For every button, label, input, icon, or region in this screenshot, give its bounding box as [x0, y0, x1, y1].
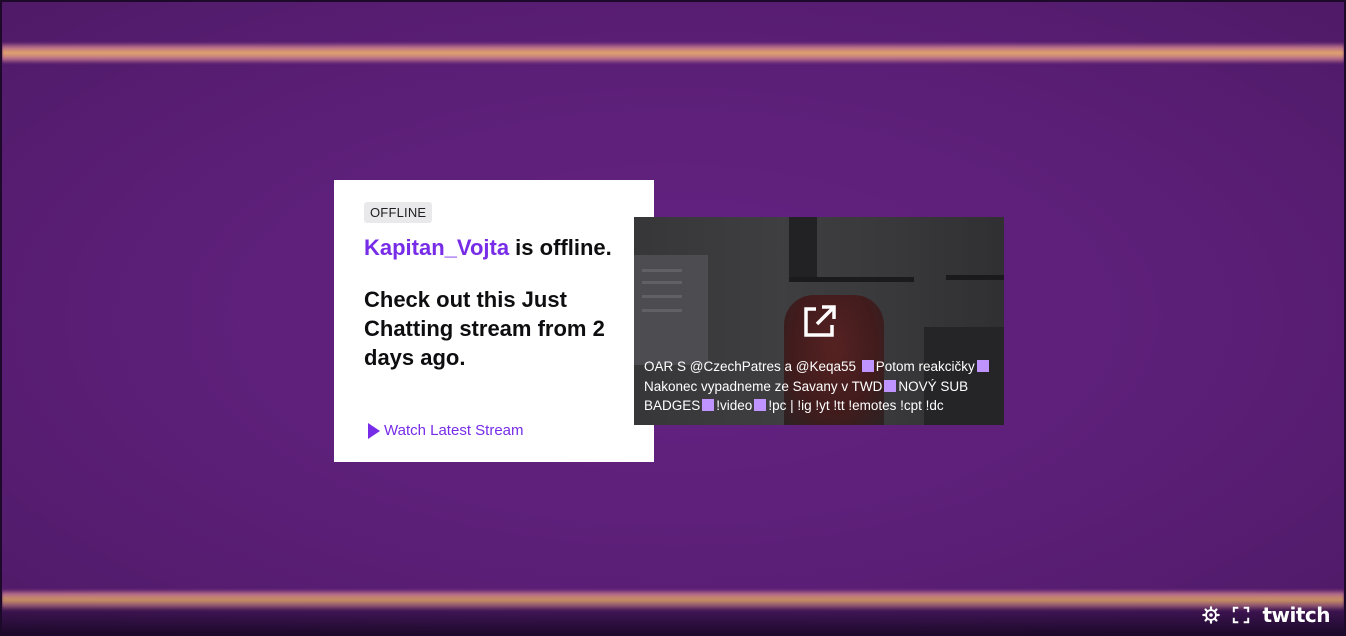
vod-title-part: !pc | !ig !yt !tt !emotes !cpt !dc: [768, 398, 944, 413]
channel-name-link[interactable]: Kapitan_Vojta: [364, 235, 509, 260]
controls-gradient: [2, 594, 1344, 634]
vod-title-part: Potom reakcičky: [875, 359, 975, 374]
vod-title: OAR S @CzechPatres a @Keqa55 Potom reakc…: [644, 357, 994, 416]
emote-icon: [702, 399, 715, 411]
banner-stripe-top: [2, 42, 1344, 64]
watch-latest-stream-link[interactable]: Watch Latest Stream: [368, 422, 524, 439]
vod-title-part: OAR S @CzechPatres a @Keqa55: [644, 359, 860, 374]
watch-latest-stream-label: Watch Latest Stream: [384, 422, 524, 439]
gear-icon[interactable]: [1202, 606, 1221, 624]
twitch-logo[interactable]: twitch: [1262, 605, 1330, 625]
offline-suffix: is offline.: [509, 235, 612, 260]
player-controls: twitch: [1202, 605, 1330, 625]
emote-icon: [976, 360, 989, 372]
emote-icon: [884, 379, 897, 392]
external-link-icon: [804, 305, 836, 337]
offline-title: Kapitan_Vojta is offline.: [364, 233, 624, 262]
vod-thumbnail[interactable]: OAR S @CzechPatres a @Keqa55 Potom reakc…: [634, 217, 1004, 425]
emote-icon: [861, 360, 874, 372]
offline-card: OFFLINE Kapitan_Vojta is offline. Check …: [334, 180, 654, 462]
play-icon: [368, 422, 380, 439]
video-player: OFFLINE Kapitan_Vojta is offline. Check …: [0, 0, 1346, 636]
vod-title-part: !video: [716, 398, 753, 413]
vod-title-part: Nakonec vypadneme ze Savany v TWD: [644, 378, 883, 394]
fullscreen-icon[interactable]: [1232, 606, 1250, 624]
emote-icon: [754, 399, 767, 411]
vod-suggestion-text: Check out this Just Chatting stream from…: [364, 287, 605, 370]
offline-badge: OFFLINE: [364, 202, 433, 223]
